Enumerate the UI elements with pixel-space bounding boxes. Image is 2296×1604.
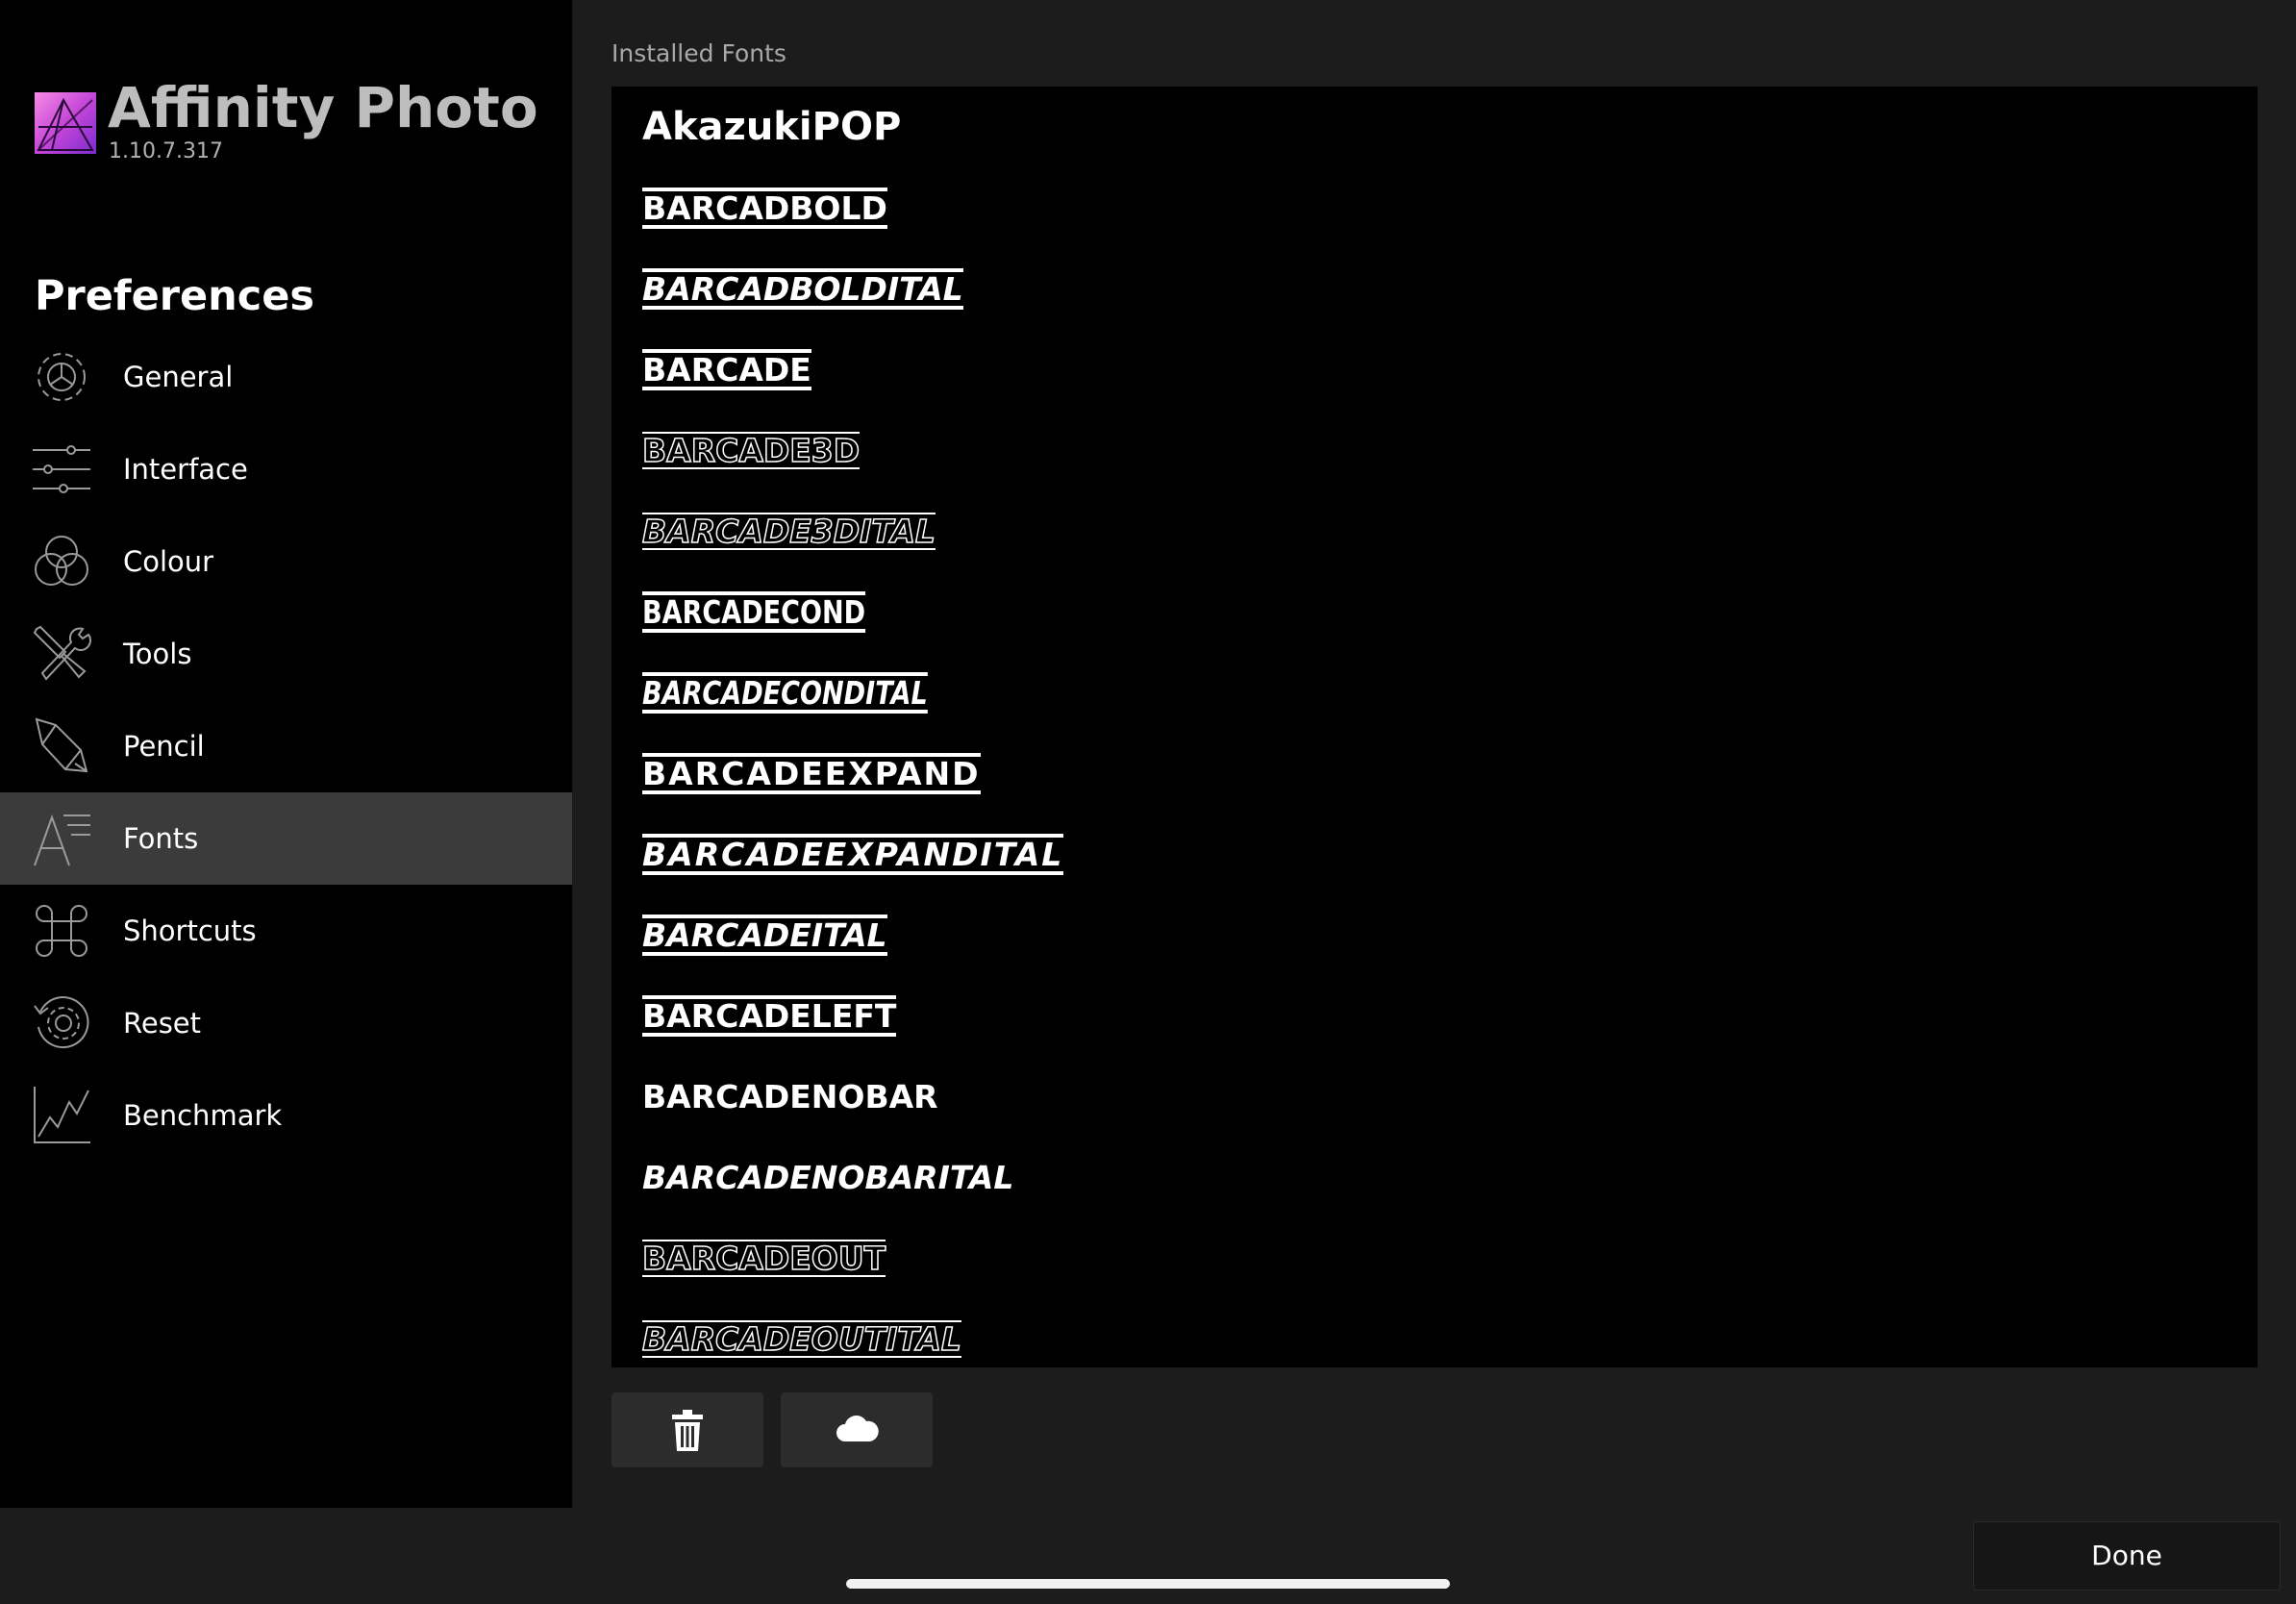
font-name: BARCADENOBAR (642, 1077, 938, 1115)
sidebar-item-shortcuts[interactable]: Shortcuts (0, 885, 572, 977)
sidebar-item-colour[interactable]: Colour (0, 515, 572, 608)
font-list-item[interactable]: BARCADE (642, 329, 811, 410)
font-name: BARCADE3D (641, 432, 861, 469)
font-name: BARCADECONDITAL (642, 672, 928, 714)
font-list-item[interactable]: BARCADENOBAR (642, 1056, 938, 1137)
font-list-item[interactable]: BARCADEEXPANDITAL (642, 814, 1064, 894)
done-button[interactable]: Done (1973, 1521, 2281, 1591)
font-list-item[interactable]: BARCADELEFT (642, 975, 897, 1056)
font-name: BARCADBOLDITAL (642, 268, 963, 310)
font-list-item[interactable]: AkazukiPOP (642, 87, 901, 167)
font-list-item[interactable]: BARCADBOLD (642, 167, 887, 248)
font-name: BARCADBOLD (642, 188, 887, 229)
sidebar-item-label: Shortcuts (123, 915, 257, 947)
sidebar-item-interface[interactable]: Interface (0, 423, 572, 515)
sidebar-item-tools[interactable]: Tools (0, 608, 572, 700)
app-name: Affinity Photo (108, 75, 538, 140)
section-title: Installed Fonts (611, 39, 786, 67)
sidebar-item-label: Benchmark (123, 1099, 283, 1132)
trash-icon (672, 1410, 703, 1451)
font-name: BARCADEEXPAND (642, 753, 981, 794)
sidebar-item-reset[interactable]: Reset (0, 977, 572, 1069)
reset-icon (31, 992, 92, 1054)
sidebar-item-label: Pencil (123, 730, 205, 763)
benchmark-chart-icon (31, 1085, 92, 1146)
colour-circles-icon (31, 531, 92, 592)
pencil-icon (31, 715, 92, 777)
sidebar-item-label: Colour (123, 545, 214, 578)
font-name: BARCADEOUTITAL (641, 1320, 962, 1358)
preferences-nav: General Interface Colour Tools Pencil Fo… (0, 331, 572, 1162)
sidebar-item-general[interactable]: General (0, 331, 572, 423)
sidebar-item-label: Tools (123, 638, 192, 670)
gear-icon (31, 346, 92, 408)
font-list-item[interactable]: BARCADEOUT (641, 1217, 886, 1298)
cloud-font-button[interactable] (781, 1392, 933, 1467)
sidebar-item-label: General (123, 361, 234, 393)
sidebar-item-pencil[interactable]: Pencil (0, 700, 572, 792)
font-name: BARCADECOND (642, 591, 866, 633)
sidebar-item-benchmark[interactable]: Benchmark (0, 1069, 572, 1162)
sidebar-item-fonts[interactable]: Fonts (0, 792, 572, 885)
font-name: BARCADENOBARITAL (642, 1158, 1014, 1196)
font-list-item[interactable]: BARCADECOND (642, 571, 914, 652)
font-name: BARCADELEFT (642, 995, 897, 1037)
sliders-icon (31, 439, 92, 500)
sidebar-item-label: Fonts (123, 822, 199, 855)
font-name: BARCADE3DITAL (641, 513, 936, 550)
bottom-bar: Done (0, 1508, 2296, 1604)
tools-icon (31, 623, 92, 685)
sidebar-item-label: Reset (123, 1007, 202, 1040)
font-list-item[interactable]: BARCADECONDITAL (642, 652, 990, 733)
app-version: 1.10.7.317 (109, 139, 223, 163)
font-list-item[interactable]: BARCADEOUTITAL (641, 1298, 962, 1367)
font-list-item[interactable]: BARCADENOBARITAL (642, 1137, 1013, 1217)
home-indicator[interactable] (846, 1579, 1450, 1589)
sidebar-item-label: Interface (123, 453, 248, 486)
font-list-item[interactable]: BARCADEITAL (642, 894, 887, 975)
fonts-panel: Installed Fonts AkazukiPOP BARCADBOLD BA… (573, 0, 2296, 1508)
delete-font-button[interactable] (611, 1392, 763, 1467)
font-name: BARCADEITAL (642, 915, 887, 956)
installed-fonts-list[interactable]: AkazukiPOP BARCADBOLD BARCADBOLDITAL BAR… (611, 87, 2258, 1367)
preferences-sidebar: Affinity Photo 1.10.7.317 Preferences Ge… (0, 0, 573, 1508)
affinity-photo-logo-icon (35, 92, 96, 154)
font-list-item[interactable]: BARCADE3D (641, 410, 861, 490)
fonts-icon (31, 808, 92, 869)
font-name: BARCADEEXPANDITAL (642, 834, 1064, 875)
font-list-item[interactable]: BARCADE3DITAL (641, 490, 936, 571)
font-name: BARCADEOUT (641, 1240, 886, 1277)
cloud-icon (836, 1416, 879, 1441)
font-list-item[interactable]: BARCADEEXPAND (642, 733, 981, 814)
font-name: AkazukiPOP (642, 105, 902, 149)
preferences-title: Preferences (35, 272, 314, 320)
font-list-item[interactable]: BARCADBOLDITAL (642, 248, 963, 329)
font-name: BARCADE (642, 349, 811, 390)
command-icon (31, 900, 92, 962)
